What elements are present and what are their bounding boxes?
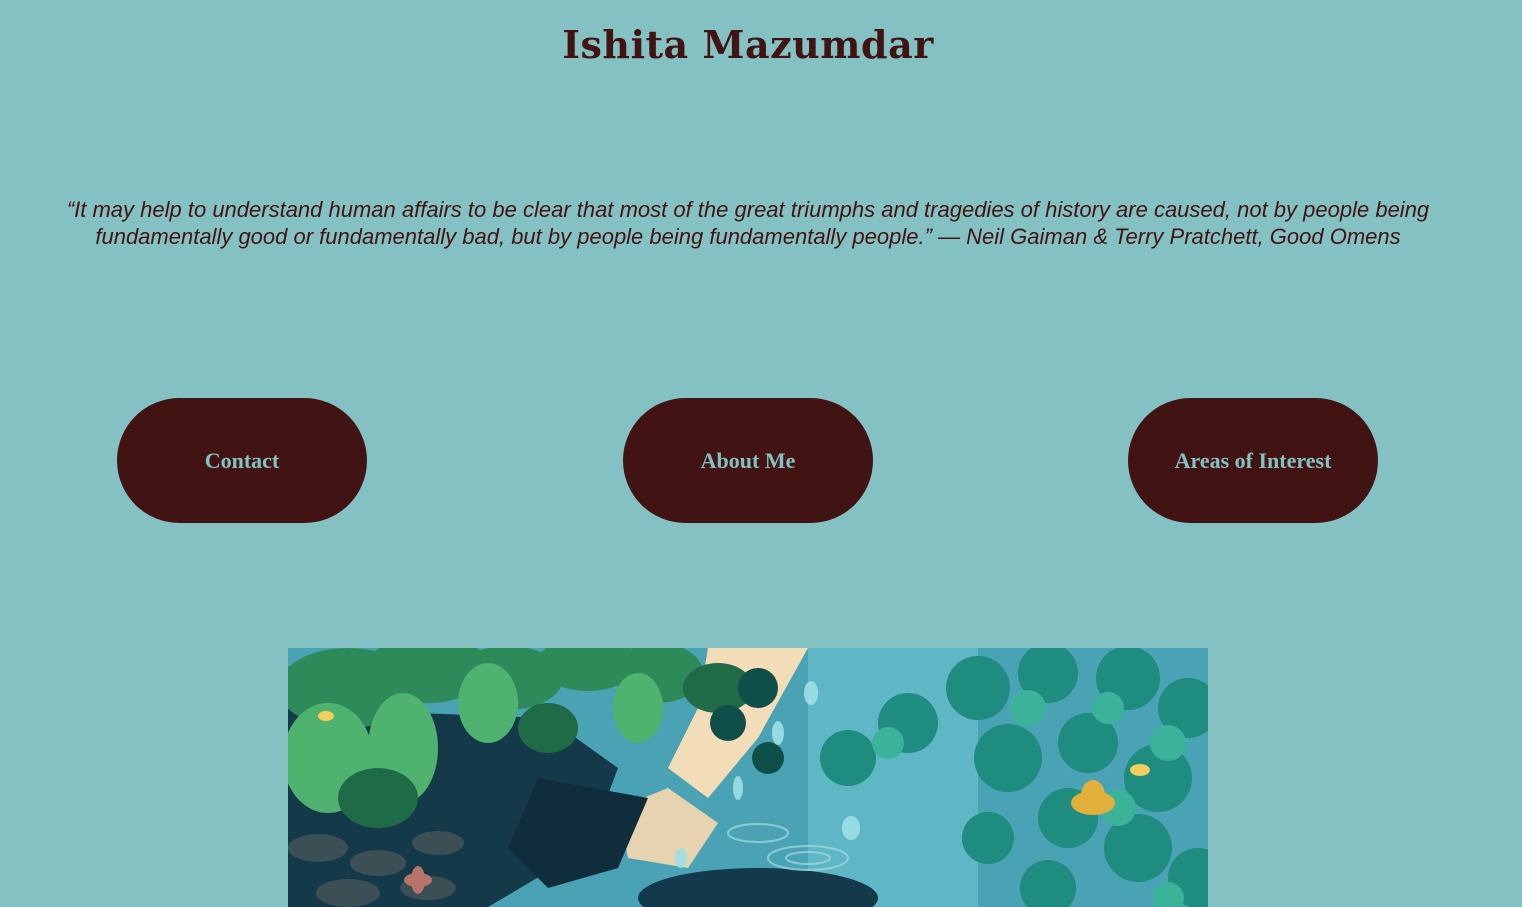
about-me-button[interactable]: About Me: [623, 398, 873, 523]
pond-lily-pad-artwork: [288, 648, 1208, 907]
areas-of-interest-button[interactable]: Areas of Interest: [1128, 398, 1378, 523]
contact-button[interactable]: Contact: [117, 398, 367, 523]
quote-text: “It may help to understand human affairs…: [66, 197, 1430, 249]
site-title: Ishita Mazumdar: [562, 22, 934, 67]
page: Ishita Mazumdar “It may help to understa…: [0, 0, 1522, 907]
